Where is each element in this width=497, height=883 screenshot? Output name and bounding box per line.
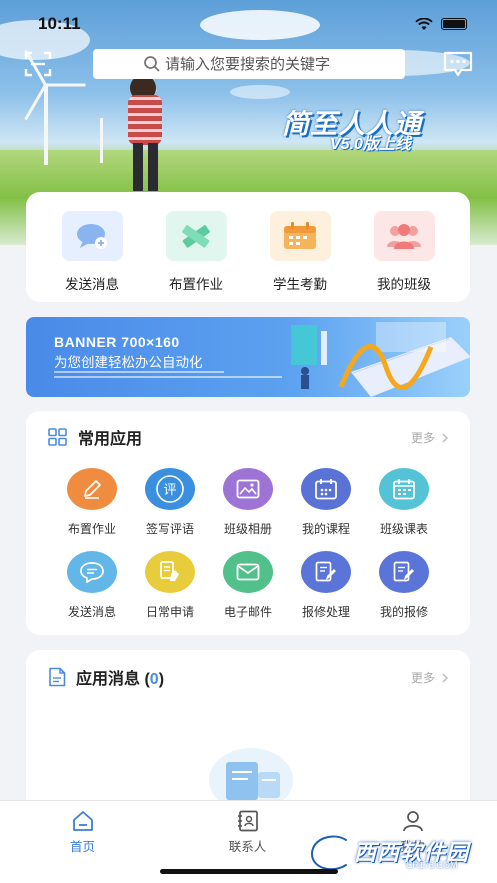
app-label: 报修处理 bbox=[301, 605, 350, 619]
app-label: 班级课表 bbox=[379, 522, 428, 536]
scan-icon[interactable] bbox=[24, 50, 52, 78]
photo-icon bbox=[223, 468, 273, 510]
app-messages-more-link[interactable]: 更多 bbox=[411, 669, 448, 686]
watermark-subtext: CR173.COM bbox=[406, 860, 458, 870]
promo-illustration bbox=[291, 322, 470, 397]
chat-bubble-icon bbox=[61, 211, 123, 261]
app-label: 发送消息 bbox=[67, 605, 116, 619]
app-messages-title-text: 应用消息 bbox=[76, 671, 141, 688]
quick-action-attendance[interactable]: 学生考勤 bbox=[260, 192, 340, 302]
promo-banner[interactable]: BANNER 700×160 为您创建轻松办公自动化 bbox=[26, 317, 470, 397]
tab-label: 首页 bbox=[69, 840, 95, 854]
hero-version: V5.0版上线 bbox=[330, 136, 411, 153]
quick-action-label: 发送消息 bbox=[65, 277, 119, 292]
search-bar[interactable] bbox=[93, 49, 405, 79]
tab-label: 联系人 bbox=[228, 840, 267, 854]
app-messages-header: 应用消息 (0) 更多 bbox=[48, 665, 448, 689]
apply-icon bbox=[145, 551, 195, 593]
common-apps-card: 常用应用 更多 布置作业 评 签写评语 班级相册 我的课程 班级课表 发送消息 … bbox=[26, 411, 470, 635]
search-input[interactable] bbox=[165, 55, 395, 73]
mail-icon bbox=[223, 551, 273, 593]
pencil-icon bbox=[67, 468, 117, 510]
app-label: 班级相册 bbox=[223, 522, 272, 536]
promo-subtitle: 为您创建轻松办公自动化 bbox=[54, 355, 203, 370]
people-icon bbox=[373, 211, 435, 261]
app-label: 签写评语 bbox=[145, 522, 194, 536]
app-label: 我的报修 bbox=[379, 605, 428, 619]
quick-action-label: 布置作业 bbox=[169, 277, 223, 292]
app-label: 布置作业 bbox=[67, 522, 116, 536]
app-label: 电子邮件 bbox=[223, 605, 272, 619]
app-assign-homework[interactable]: 布置作业 bbox=[53, 468, 131, 537]
search-icon bbox=[144, 56, 160, 72]
more-label: 更多 bbox=[410, 431, 435, 445]
common-apps-grid: 布置作业 评 签写评语 班级相册 我的课程 班级课表 发送消息 日常申请 电子邮… bbox=[53, 468, 443, 620]
app-email[interactable]: 电子邮件 bbox=[209, 551, 287, 620]
chevron-right-icon bbox=[442, 673, 448, 682]
more-label: 更多 bbox=[410, 671, 435, 685]
home-indicator bbox=[160, 869, 338, 874]
app-my-repairs[interactable]: 我的报修 bbox=[365, 551, 443, 620]
quick-action-my-class[interactable]: 我的班级 bbox=[364, 192, 444, 302]
profile-icon bbox=[402, 811, 423, 832]
app-class-album[interactable]: 班级相册 bbox=[209, 468, 287, 537]
course-calendar-icon bbox=[301, 468, 351, 510]
app-repair-handling[interactable]: 报修处理 bbox=[287, 551, 365, 620]
app-class-timetable[interactable]: 班级课表 bbox=[365, 468, 443, 537]
app-messages-count-close: ) bbox=[158, 671, 165, 688]
contacts-icon bbox=[237, 810, 258, 832]
promo-fine-print-decoration bbox=[54, 371, 284, 378]
calendar-icon bbox=[269, 211, 331, 261]
common-apps-more-link[interactable]: 更多 bbox=[411, 429, 448, 446]
status-time: 10:11 bbox=[38, 14, 81, 33]
document-icon bbox=[49, 667, 66, 687]
message-center-icon[interactable] bbox=[443, 51, 473, 77]
tab-home[interactable]: 首页 bbox=[0, 801, 165, 883]
my-repair-icon bbox=[379, 551, 429, 593]
timetable-icon bbox=[379, 468, 429, 510]
quick-actions-card: 发送消息 布置作业 学生考勤 我的班级 bbox=[26, 192, 470, 302]
grid-icon bbox=[48, 428, 67, 446]
watermark: 西西软件园 CR173.COM bbox=[306, 832, 482, 874]
battery-icon bbox=[441, 18, 467, 30]
chevron-right-icon bbox=[442, 433, 448, 442]
quick-action-label: 学生考勤 bbox=[273, 277, 327, 292]
app-send-message[interactable]: 发送消息 bbox=[53, 551, 131, 620]
quick-action-send-message[interactable]: 发送消息 bbox=[52, 192, 132, 302]
wifi-icon bbox=[415, 17, 433, 30]
app-label: 日常申请 bbox=[145, 605, 194, 619]
common-apps-title: 常用应用 bbox=[78, 431, 143, 448]
comment-icon: 评 bbox=[145, 468, 195, 510]
app-messages-count: 0 bbox=[149, 671, 159, 688]
promo-title: BANNER 700×160 bbox=[54, 334, 180, 350]
status-bar: 10:11 bbox=[38, 12, 467, 36]
app-messages-title: 应用消息 (0) bbox=[76, 665, 164, 689]
svg-text:评: 评 bbox=[163, 483, 176, 498]
repair-icon bbox=[301, 551, 351, 593]
watermark-logo-icon bbox=[308, 833, 349, 873]
common-apps-header: 常用应用 更多 bbox=[48, 427, 448, 448]
ruler-pencil-icon bbox=[165, 211, 227, 261]
quick-action-assign-homework[interactable]: 布置作业 bbox=[156, 192, 236, 302]
app-label: 我的课程 bbox=[301, 522, 350, 536]
app-my-courses[interactable]: 我的课程 bbox=[287, 468, 365, 537]
quick-action-label: 我的班级 bbox=[377, 277, 431, 292]
message-icon bbox=[67, 551, 117, 593]
home-icon bbox=[72, 811, 93, 831]
app-daily-request[interactable]: 日常申请 bbox=[131, 551, 209, 620]
app-write-comments[interactable]: 评 签写评语 bbox=[131, 468, 209, 537]
